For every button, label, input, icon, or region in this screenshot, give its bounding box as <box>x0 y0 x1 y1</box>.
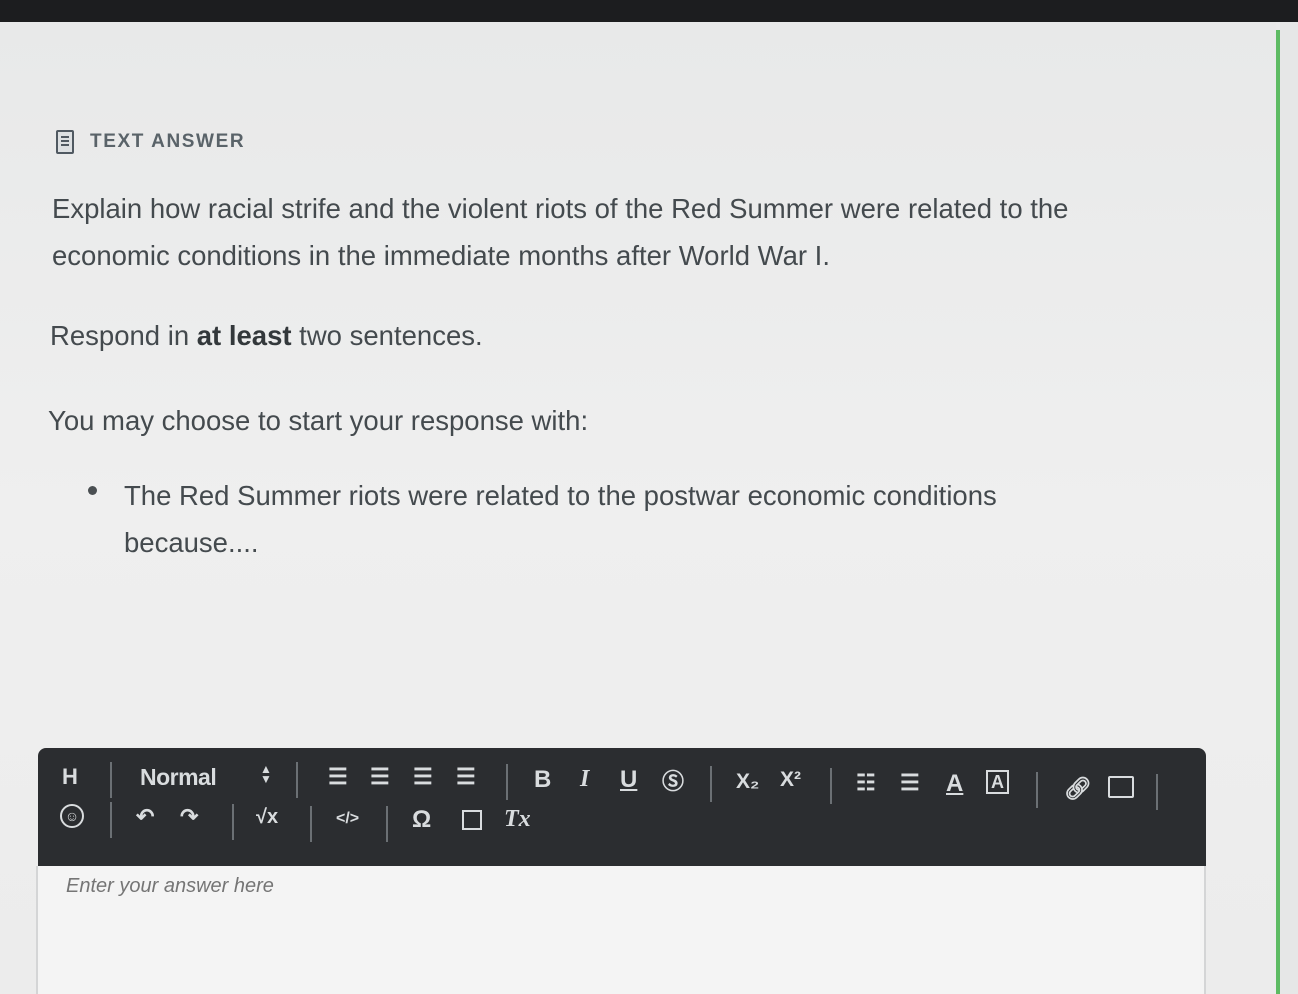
toolbar-separator <box>110 802 112 838</box>
code-button[interactable]: </> <box>336 810 359 828</box>
sentence-starter: The Red Summer riots were related to the… <box>124 480 997 558</box>
question-type-label: TEXT ANSWER <box>90 131 246 152</box>
respond-suffix: two sentences. <box>291 320 483 351</box>
media-icon[interactable] <box>462 810 482 830</box>
heading-icon[interactable]: H <box>62 764 78 790</box>
respond-emphasis: at least <box>196 320 292 351</box>
chevron-updown-icon[interactable]: ▲ ▼ <box>260 763 272 785</box>
bullet-dot <box>88 486 97 495</box>
toolbar-separator <box>830 768 832 804</box>
toolbar-separator <box>110 762 112 798</box>
answer-input[interactable] <box>64 874 668 899</box>
redo-icon[interactable]: ↷ <box>180 804 198 830</box>
special-char-button[interactable]: Ω <box>412 806 431 834</box>
toolbar-separator <box>710 766 712 802</box>
image-icon[interactable] <box>1108 776 1134 798</box>
align-left-icon[interactable]: ☰ <box>328 764 348 790</box>
starter-intro: You may choose to start your response wi… <box>48 405 589 436</box>
respond-instruction: Respond in at least two sentences. <box>50 320 483 352</box>
editor-toolbar: H Normal ▲ ▼ ☰ ☰ ☰ ☰ B I U Ⓢ X₂ X² ☷ ☰ A … <box>38 748 1206 866</box>
subscript-button[interactable]: X₂ <box>736 770 759 794</box>
toolbar-separator <box>506 764 508 800</box>
answer-editor[interactable] <box>36 866 1206 994</box>
toolbar-separator <box>232 804 234 840</box>
format-select[interactable]: Normal <box>140 764 217 791</box>
toolbar-separator <box>386 806 388 842</box>
formula-button[interactable]: √x <box>256 806 278 829</box>
ordered-list-icon[interactable]: ☷ <box>856 770 876 796</box>
italic-button[interactable]: I <box>580 766 589 793</box>
respond-prefix: Respond in <box>50 320 197 351</box>
link-icon[interactable]: 🔗︎ <box>1064 776 1092 802</box>
superscript-button[interactable]: X² <box>780 768 801 792</box>
page-right-margin <box>1280 22 1298 994</box>
toolbar-separator <box>296 762 298 798</box>
toolbar-separator <box>1036 772 1038 808</box>
undo-icon[interactable]: ↶ <box>136 804 154 830</box>
highlight-color-icon[interactable]: A <box>986 770 1009 794</box>
align-justify-icon[interactable]: ☰ <box>456 764 476 790</box>
question-prompt: Explain how racial strife and the violen… <box>52 193 1069 271</box>
align-center-icon[interactable]: ☰ <box>370 764 390 790</box>
align-right-icon[interactable]: ☰ <box>413 764 433 790</box>
strikethrough-icon[interactable]: Ⓢ <box>662 764 684 796</box>
document-icon <box>56 130 74 154</box>
emoji-icon[interactable]: ☺ <box>60 804 84 828</box>
bold-button[interactable]: B <box>534 766 551 794</box>
bullet-list-icon[interactable]: ☰ <box>900 770 920 796</box>
clear-format-button[interactable]: Tx <box>504 806 531 833</box>
toolbar-separator <box>1156 774 1158 810</box>
top-dark-bar <box>0 0 1298 22</box>
toolbar-separator <box>310 806 312 842</box>
underline-button[interactable]: U <box>620 766 637 794</box>
question-type-header: TEXT ANSWER <box>56 130 245 154</box>
font-color-icon[interactable]: A <box>946 770 963 798</box>
